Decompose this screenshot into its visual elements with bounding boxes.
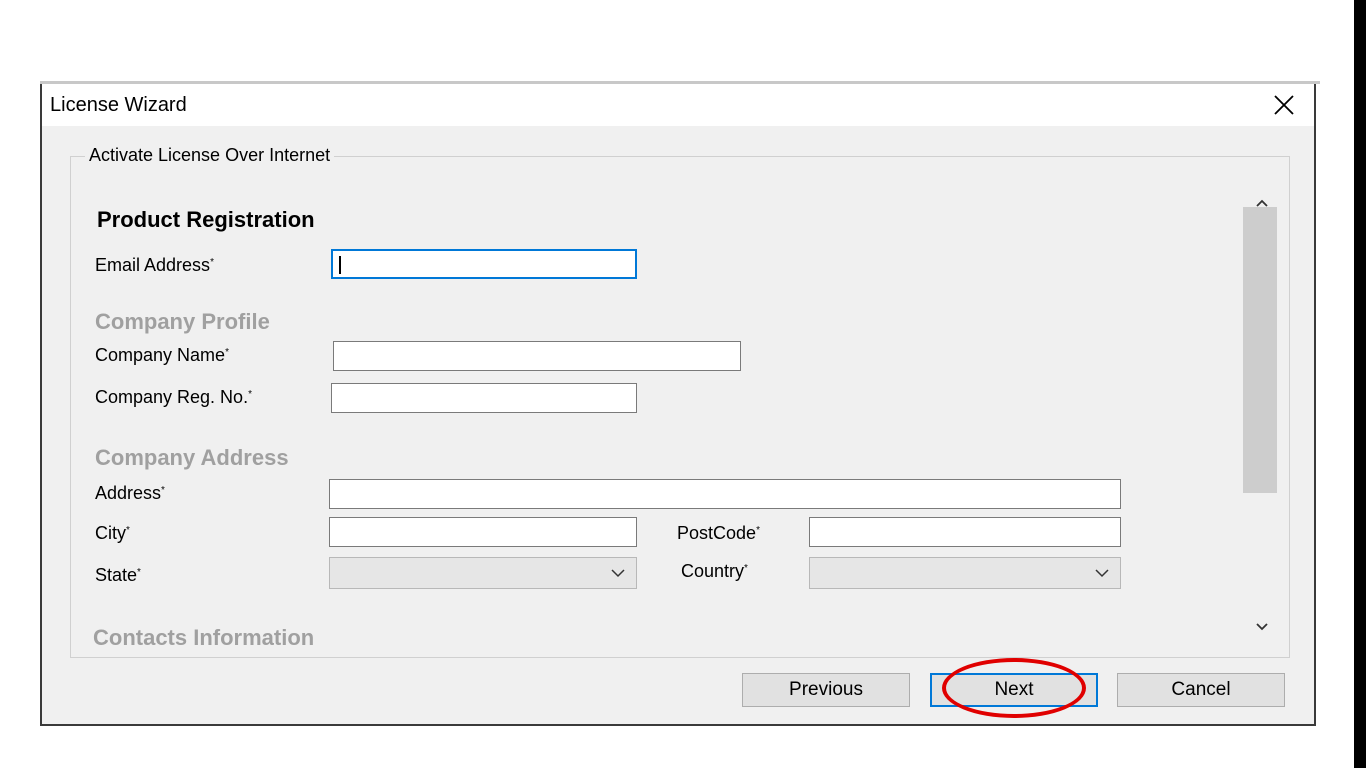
country-label: Country* <box>681 561 748 581</box>
close-icon <box>1274 95 1294 115</box>
registration-form: Product Registration Email Address* Comp… <box>71 157 1271 657</box>
country-dropdown[interactable] <box>809 557 1121 589</box>
chevron-down-icon <box>611 569 625 578</box>
city-label: City* <box>95 523 130 543</box>
state-label: State* <box>95 565 141 585</box>
vertical-scrollbar[interactable] <box>1237 193 1287 661</box>
title-bar: License Wizard <box>42 84 1314 126</box>
company-name-label: Company Name* <box>95 345 229 365</box>
chevron-down-icon <box>1256 623 1268 631</box>
email-field[interactable] <box>331 249 637 279</box>
postcode-field[interactable] <box>809 517 1121 547</box>
address-label: Address* <box>95 483 165 503</box>
next-button[interactable]: Next <box>930 673 1098 707</box>
company-reg-field[interactable] <box>331 383 637 413</box>
chevron-down-icon <box>1095 569 1109 578</box>
previous-button[interactable]: Previous <box>742 673 910 707</box>
scroll-down-button[interactable] <box>1237 613 1287 641</box>
right-edge-bar <box>1354 0 1366 768</box>
activation-groupbox: Activate License Over Internet Product R… <box>70 145 1290 661</box>
window-title: License Wizard <box>50 94 187 116</box>
license-wizard-window: License Wizard Activate License Over Int… <box>40 84 1316 726</box>
text-caret <box>339 256 341 274</box>
postcode-label: PostCode* <box>677 523 760 543</box>
city-field[interactable] <box>329 517 637 547</box>
company-reg-label: Company Reg. No.* <box>95 387 252 407</box>
cancel-button[interactable]: Cancel <box>1117 673 1285 707</box>
product-registration-heading: Product Registration <box>97 207 315 232</box>
state-dropdown[interactable] <box>329 557 637 589</box>
company-name-field[interactable] <box>333 341 741 371</box>
company-address-heading: Company Address <box>95 445 289 470</box>
close-button[interactable] <box>1254 84 1314 126</box>
email-label: Email Address* <box>95 255 214 275</box>
address-field[interactable] <box>329 479 1121 509</box>
company-profile-heading: Company Profile <box>95 309 270 334</box>
scrollbar-thumb[interactable] <box>1243 207 1277 493</box>
contacts-heading: Contacts Information <box>93 625 315 650</box>
